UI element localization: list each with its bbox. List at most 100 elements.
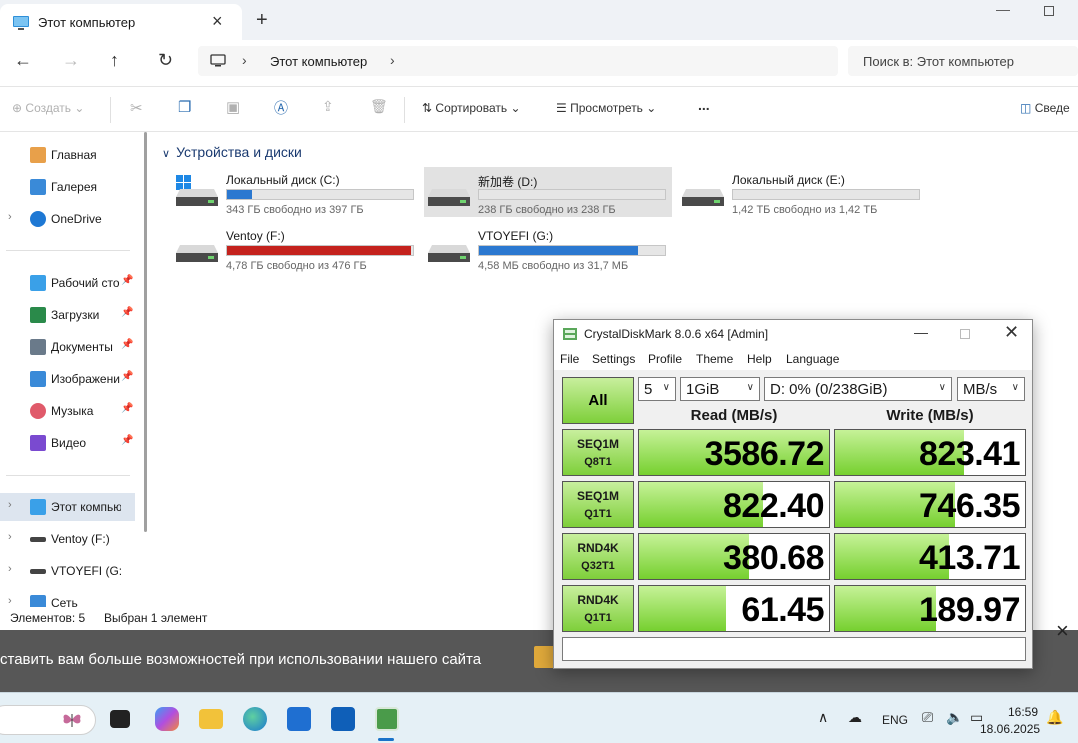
network-icon[interactable]: ⎚ (922, 709, 933, 726)
breadcrumb-this-pc[interactable]: Этот компьютер (270, 54, 367, 69)
breadcrumb-separator[interactable]: › (390, 52, 395, 68)
drive-item[interactable]: Ventoy (F:) 4,78 ГБ свободно из 476 ГБ (172, 223, 420, 273)
chevron-right-icon[interactable]: › (8, 595, 12, 607)
selection-count: Выбран 1 элемент (104, 611, 208, 625)
sidebar-item[interactable]: Главная (0, 141, 135, 169)
test-row-button[interactable]: SEQ1M Q1T1 (562, 481, 634, 528)
cloud-off-icon[interactable]: ☁ (848, 709, 862, 726)
tab-this-pc[interactable]: Этот компьютер × (0, 4, 242, 40)
test-size-value: 1GiB (686, 381, 720, 398)
pin-icon[interactable]: 📌 (121, 371, 133, 382)
details-button[interactable]: ◫ Сведе (1020, 101, 1070, 115)
taskbar-search[interactable] (0, 705, 96, 735)
forward-icon[interactable]: → (62, 50, 80, 70)
menu-profile[interactable]: Profile (648, 352, 682, 366)
chevron-right-icon[interactable]: › (8, 531, 12, 543)
edge-icon[interactable] (243, 707, 267, 731)
crystaldiskmark-taskbar-icon[interactable] (375, 707, 399, 731)
chevron-right-icon[interactable]: › (8, 563, 12, 575)
sidebar-item[interactable]: Загрузки 📌 (0, 301, 135, 329)
search-input[interactable]: Поиск в: Этот компьютер (848, 46, 1078, 76)
copy-icon[interactable]: ❐ (178, 98, 191, 116)
menu-file[interactable]: File (560, 352, 579, 366)
drive-item[interactable]: Локальный диск (E:) 1,42 ТБ свободно из 1… (678, 167, 926, 217)
comment-input[interactable] (562, 637, 1026, 661)
menu-theme[interactable]: Theme (696, 352, 733, 366)
run-all-button[interactable]: All (562, 377, 634, 424)
clock-time[interactable]: 16:59 (1008, 705, 1038, 719)
view-button[interactable]: ☰ Просмотреть ⌄ (556, 101, 656, 115)
pin-icon[interactable]: 📌 (121, 339, 133, 350)
menu-help[interactable]: Help (747, 352, 772, 366)
sidebar-item[interactable]: › Сеть (0, 589, 135, 607)
sidebar-item[interactable]: Рабочий сто 📌 (0, 269, 135, 297)
outlook-icon[interactable] (331, 707, 355, 731)
refresh-icon[interactable]: ↻ (158, 50, 173, 70)
unit-select[interactable]: MB/s ∨ (957, 377, 1025, 401)
paste-icon[interactable]: ▣ (226, 98, 240, 116)
breadcrumb-separator[interactable]: › (242, 52, 247, 68)
pin-icon[interactable]: 📌 (121, 275, 133, 286)
folder-icon[interactable] (199, 709, 223, 729)
chevron-right-icon[interactable]: › (8, 211, 12, 223)
chevron-up-icon[interactable]: ∧ (818, 709, 828, 726)
notification-icon[interactable]: 🔔 (1046, 709, 1063, 726)
sidebar-item[interactable]: Галерея (0, 173, 135, 201)
menu-settings[interactable]: Settings (592, 352, 635, 366)
test-size-select[interactable]: 1GiB ∨ (680, 377, 760, 401)
read-result-value: 61.45 (741, 591, 824, 629)
volume-icon[interactable]: 🔈 (946, 709, 963, 726)
sidebar-item[interactable]: Изображени 📌 (0, 365, 135, 393)
drive-select[interactable]: D: 0% (0/238GiB) ∨ (764, 377, 952, 401)
test-row-button[interactable]: SEQ1M Q8T1 (562, 429, 634, 476)
store-icon[interactable] (287, 707, 311, 731)
address-bar[interactable]: › Этот компьютер › (198, 46, 838, 76)
drive-item[interactable]: VTOYEFI (G:) 4,58 МБ свободно из 31,7 МБ (424, 223, 672, 273)
video-icon (30, 435, 46, 451)
drive-item[interactable]: 新加卷 (D:) 238 ГБ свободно из 238 ГБ (424, 167, 672, 217)
sidebar-item[interactable]: Музыка 📌 (0, 397, 135, 425)
sidebar-scrollbar[interactable] (144, 132, 147, 532)
tab-close-icon[interactable]: × (212, 12, 223, 30)
menu-language[interactable]: Language (786, 352, 839, 366)
cdm-maximize-button[interactable] (960, 329, 970, 339)
copilot-icon[interactable] (155, 707, 179, 731)
sidebar-item-label: Главная (51, 148, 97, 162)
drive-item[interactable]: Локальный диск (C:) 343 ГБ свободно из 39… (172, 167, 420, 217)
create-button[interactable]: ⊕ Создать ⌄ (12, 101, 84, 115)
sidebar-item[interactable]: Документы 📌 (0, 333, 135, 361)
delete-icon[interactable]: 🗑 (370, 98, 388, 115)
more-button[interactable]: ... (698, 97, 710, 113)
cdm-close-button[interactable]: ✕ (1004, 322, 1019, 343)
group-header[interactable]: ∨ Устройства и диски (162, 144, 302, 160)
pin-icon[interactable]: 📌 (121, 403, 133, 414)
cut-icon[interactable]: ✂ (130, 99, 143, 117)
pin-icon[interactable]: 📌 (121, 435, 133, 446)
up-icon[interactable]: ↑ (110, 50, 119, 70)
task-view-icon[interactable] (110, 710, 130, 728)
sort-button[interactable]: ⇅ Сортировать ⌄ (422, 101, 521, 115)
close-icon[interactable]: × (1056, 618, 1069, 644)
test-count-select[interactable]: 5 ∨ (638, 377, 676, 401)
sidebar-item[interactable]: › VTOYEFI (G:) (0, 557, 135, 585)
sidebar-item-label: Видео (51, 436, 87, 450)
sidebar-item[interactable]: Видео 📌 (0, 429, 135, 457)
chevron-right-icon[interactable]: › (8, 499, 12, 511)
share-icon[interactable]: ⇪ (322, 98, 334, 115)
pin-icon[interactable]: 📌 (121, 307, 133, 318)
sidebar-item[interactable]: › Ventoy (F:) (0, 525, 135, 553)
drive-usage-bar (478, 245, 666, 256)
new-tab-button[interactable]: + (256, 10, 268, 30)
sidebar-item[interactable]: › OneDrive (0, 205, 135, 233)
test-row-button[interactable]: RND4K Q32T1 (562, 533, 634, 580)
minimize-button[interactable]: — (996, 2, 1010, 16)
language-indicator[interactable]: ENG (882, 713, 908, 727)
banner-text: ставить вам больше возможностей при испо… (0, 651, 482, 668)
rename-icon[interactable]: Ⓐ (274, 98, 288, 118)
test-row-button[interactable]: RND4K Q1T1 (562, 585, 634, 632)
cdm-minimize-button[interactable]: — (914, 324, 928, 340)
sidebar-item[interactable]: › Этот компьюте (0, 493, 135, 521)
clock-date[interactable]: 18.06.2025 (980, 722, 1040, 736)
maximize-button[interactable] (1044, 6, 1054, 16)
back-icon[interactable]: ← (14, 50, 32, 70)
